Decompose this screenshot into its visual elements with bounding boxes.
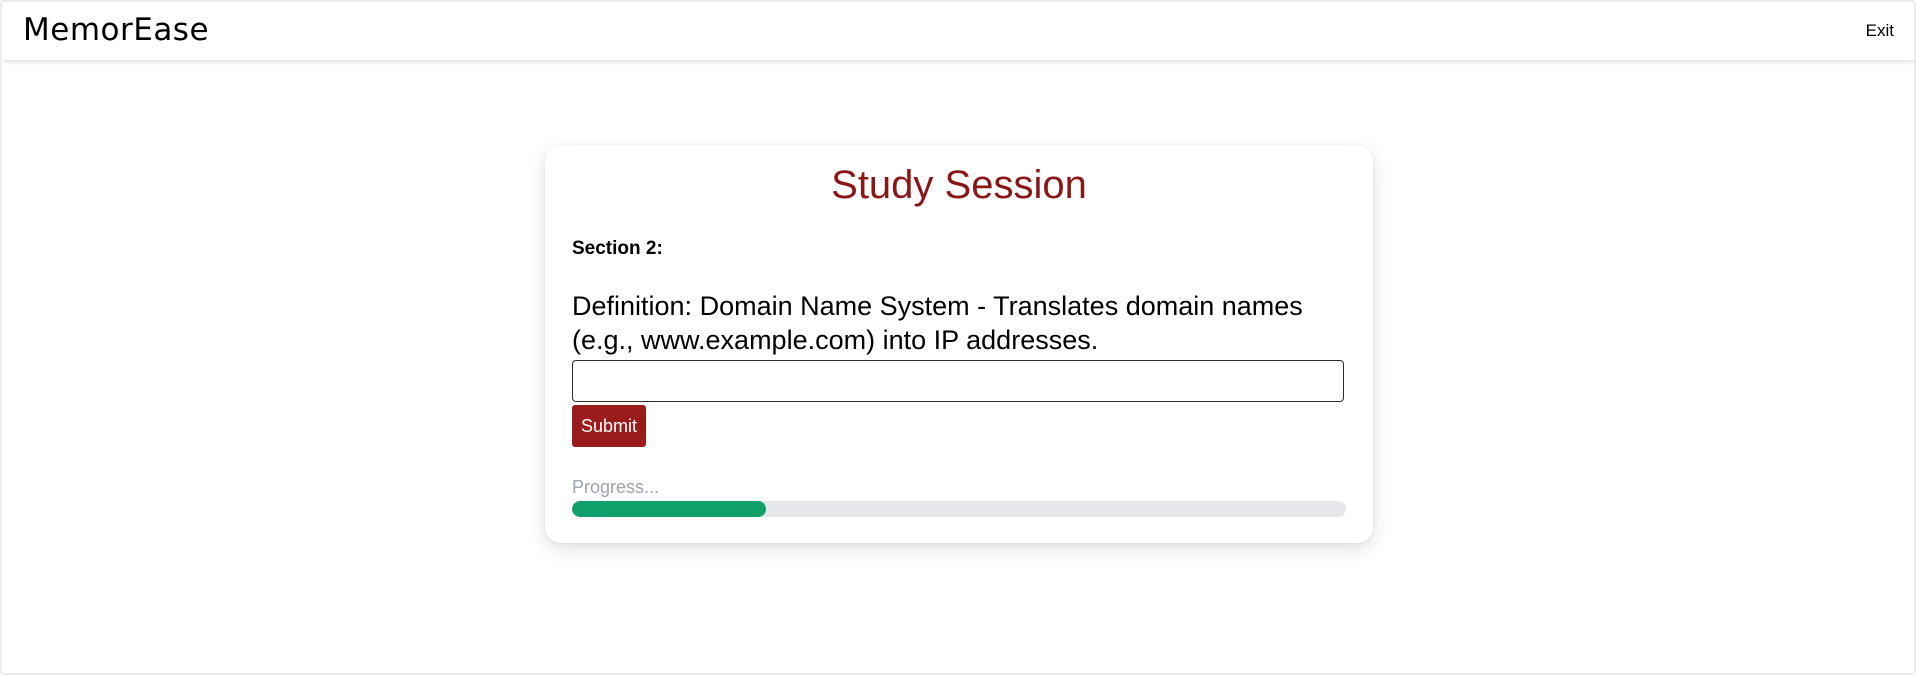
answer-input[interactable] xyxy=(572,360,1344,402)
top-navbar: MemorEase Exit xyxy=(2,2,1914,60)
progress-label: Progress... xyxy=(572,477,660,497)
exit-link[interactable]: Exit xyxy=(1866,21,1894,41)
page-title: Study Session xyxy=(831,163,1087,207)
progress-bar-fill xyxy=(572,501,766,517)
section-label: Section 2: xyxy=(572,238,663,259)
app-window: MemorEase Exit Study Session Section 2: … xyxy=(0,0,1916,675)
brand-logo-text[interactable]: MemorEase xyxy=(23,12,209,48)
definition-text: Definition: Domain Name System - Transla… xyxy=(572,291,1303,355)
study-session-card: Study Session Section 2: Definition: Dom… xyxy=(545,145,1373,543)
progress-bar xyxy=(572,501,1346,517)
submit-button[interactable]: Submit xyxy=(572,405,646,447)
